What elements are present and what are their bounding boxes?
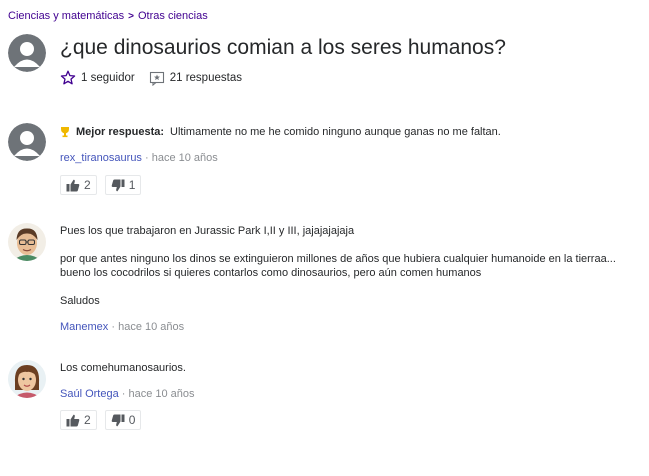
question-title: ¿que dinosaurios comian a los seres huma… (60, 36, 506, 59)
answer-2-author-link[interactable]: Manemex (60, 321, 108, 333)
answer-3-downvote-count: 0 (128, 413, 136, 427)
answer-1-upvote-button[interactable]: 2 (60, 175, 97, 195)
breadcrumb-separator: > (128, 10, 134, 22)
answer-2-line-4: Saludos (60, 295, 100, 307)
default-user-icon (8, 34, 46, 72)
answer-1-upvote-count: 2 (84, 178, 91, 192)
follow-button[interactable]: 1 seguidor (60, 70, 135, 86)
star-icon (60, 70, 76, 85)
breadcrumb-subcategory-link[interactable]: Otras ciencias (138, 10, 208, 22)
answer-3-downvote-button[interactable]: 0 (104, 410, 142, 430)
followers-count: 1 seguidor (81, 72, 135, 84)
default-user-icon (8, 123, 46, 161)
answer-2-line-1: Pues los que trabajaron en Jurassic Park… (60, 225, 355, 237)
answer-1-time: · hace 10 años (145, 152, 218, 164)
answer-2-byline: Manemex · hace 10 años (60, 321, 184, 333)
answer-1-downvote-button[interactable]: 1 (104, 175, 142, 195)
best-answer-text: Mejor respuesta: Ultimamente no me he co… (60, 125, 501, 139)
answer-3-time: · hace 10 años (121, 388, 195, 400)
trophy-icon (61, 127, 69, 138)
answer-3-votes: 2 0 (60, 410, 142, 430)
thumbs-down-icon (111, 179, 125, 191)
question-author-avatar[interactable] (8, 34, 46, 72)
breadcrumb-category-link[interactable]: Ciencias y matemáticas (8, 10, 124, 22)
answer-3-upvote-count: 2 (84, 413, 91, 427)
answer-1-downvote-count: 1 (128, 178, 136, 192)
question-meta: 1 seguidor 21 respuestas (60, 70, 256, 86)
answers-count-button[interactable]: 21 respuestas (149, 71, 242, 86)
thumbs-up-icon (66, 414, 80, 426)
answer-2-time: · hace 10 años (111, 321, 185, 333)
answer-2-line-2: por que antes ninguno los dinos se extin… (60, 253, 616, 265)
answer-3-avatar[interactable] (8, 360, 46, 398)
answer-3-byline: Saúl Ortega · hace 10 años (60, 388, 195, 400)
best-answer-label: Mejor respuesta: (76, 126, 165, 138)
answer-2-avatar[interactable] (8, 223, 46, 261)
answer-3-body: Los comehumanosaurios. (60, 362, 186, 374)
answer-1-votes: 2 1 (60, 175, 142, 195)
answer-1-author-link[interactable]: rex_tiranosaurus (60, 152, 142, 164)
thumbs-up-icon (66, 179, 80, 191)
answer-2-line-3: bueno los cocodrilos si quieres contarlo… (60, 267, 482, 279)
answer-1-byline: rex_tiranosaurus · hace 10 años (60, 152, 218, 164)
answer-3-author-link[interactable]: Saúl Ortega (60, 388, 119, 400)
answers-count: 21 respuestas (169, 72, 242, 84)
answer-3-upvote-button[interactable]: 2 (60, 410, 97, 430)
thumbs-down-icon (111, 414, 125, 426)
cartoon-woman-avatar (8, 360, 46, 398)
answer-flag-icon (149, 71, 164, 86)
answer-1-body: Ultimamente no me he comido ninguno aunq… (170, 126, 501, 138)
answer-1-avatar[interactable] (8, 123, 46, 161)
breadcrumb: Ciencias y matemáticas > Otras ciencias (8, 10, 208, 22)
cartoon-man-avatar (8, 223, 46, 261)
